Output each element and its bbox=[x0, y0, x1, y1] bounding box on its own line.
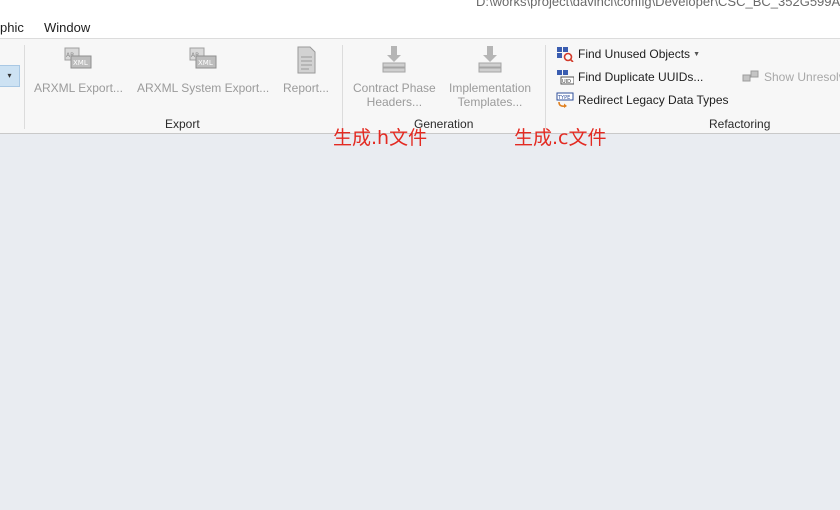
arxml-export-button[interactable]: AR XML ARXML Export... bbox=[34, 45, 123, 95]
show-unresolved-button[interactable]: Show Unresolved bbox=[742, 67, 840, 87]
implementation-templates-label-2: Templates... bbox=[457, 95, 523, 109]
window-title-path: D:\works\project\davinci\config\Develope… bbox=[476, 0, 840, 9]
report-icon bbox=[297, 46, 316, 74]
show-unresolved-label: Show Unresolved bbox=[764, 70, 840, 84]
svg-text:UID: UID bbox=[562, 79, 571, 85]
report-button[interactable]: Report... bbox=[283, 45, 329, 95]
menu-item-graphic[interactable]: phic bbox=[0, 20, 24, 35]
annotation-generate-c-file: 生成.c文件 bbox=[514, 127, 607, 149]
arxml-export-icon: AR XML bbox=[64, 47, 92, 69]
group-separator bbox=[342, 45, 343, 129]
contract-phase-headers-icon bbox=[382, 46, 406, 73]
dropdown-arrow-stub[interactable]: ▾ bbox=[0, 65, 20, 87]
group-separator bbox=[545, 45, 546, 129]
find-duplicate-uuids-icon: UID bbox=[557, 70, 574, 85]
svg-text:XML: XML bbox=[73, 59, 88, 67]
find-unused-objects-icon bbox=[557, 47, 574, 62]
ribbon: ▾ AR XML ARXML Export... AR XML ARXML Sy… bbox=[0, 38, 840, 134]
svg-text:XML: XML bbox=[198, 59, 213, 67]
find-duplicate-uuids-button[interactable]: UID Find Duplicate UUIDs... bbox=[556, 67, 703, 87]
report-label: Report... bbox=[283, 81, 330, 95]
menu-bar: D:\works\project\davinci\config\Develope… bbox=[0, 0, 840, 38]
contract-phase-label-1: Contract Phase bbox=[353, 81, 436, 95]
show-unresolved-icon bbox=[742, 70, 759, 82]
contract-phase-label-2: Headers... bbox=[366, 95, 423, 109]
redirect-legacy-data-types-button[interactable]: TYPE Redirect Legacy Data Types bbox=[556, 90, 729, 110]
implementation-templates-icon bbox=[478, 46, 502, 73]
find-unused-objects-button[interactable]: Find Unused Objects ▼ bbox=[556, 44, 700, 64]
redirect-legacy-data-types-label: Redirect Legacy Data Types bbox=[578, 93, 729, 107]
implementation-templates-label-1: Implementation bbox=[449, 81, 532, 95]
menu-item-window[interactable]: Window bbox=[44, 20, 90, 35]
chevron-down-icon: ▼ bbox=[693, 50, 700, 58]
arxml-export-label: ARXML Export... bbox=[34, 81, 123, 95]
find-unused-objects-label: Find Unused Objects bbox=[578, 47, 691, 61]
export-group-label: Export bbox=[165, 117, 200, 131]
svg-text:TYPE: TYPE bbox=[557, 95, 570, 101]
find-duplicate-uuids-label: Find Duplicate UUIDs... bbox=[578, 70, 704, 84]
redirect-legacy-types-icon: TYPE bbox=[556, 92, 574, 108]
annotation-generate-h-file: 生成.h文件 bbox=[333, 127, 428, 149]
arxml-system-export-button[interactable]: AR XML ARXML System Export... bbox=[137, 45, 269, 95]
arxml-system-export-icon: AR XML bbox=[189, 47, 217, 69]
group-separator bbox=[24, 45, 25, 129]
implementation-templates-button[interactable]: Implementation Templates... bbox=[449, 45, 531, 109]
refactoring-group-label: Refactoring bbox=[709, 117, 771, 131]
arxml-system-export-label: ARXML System Export... bbox=[137, 81, 270, 95]
contract-phase-headers-button[interactable]: Contract Phase Headers... bbox=[353, 45, 436, 109]
